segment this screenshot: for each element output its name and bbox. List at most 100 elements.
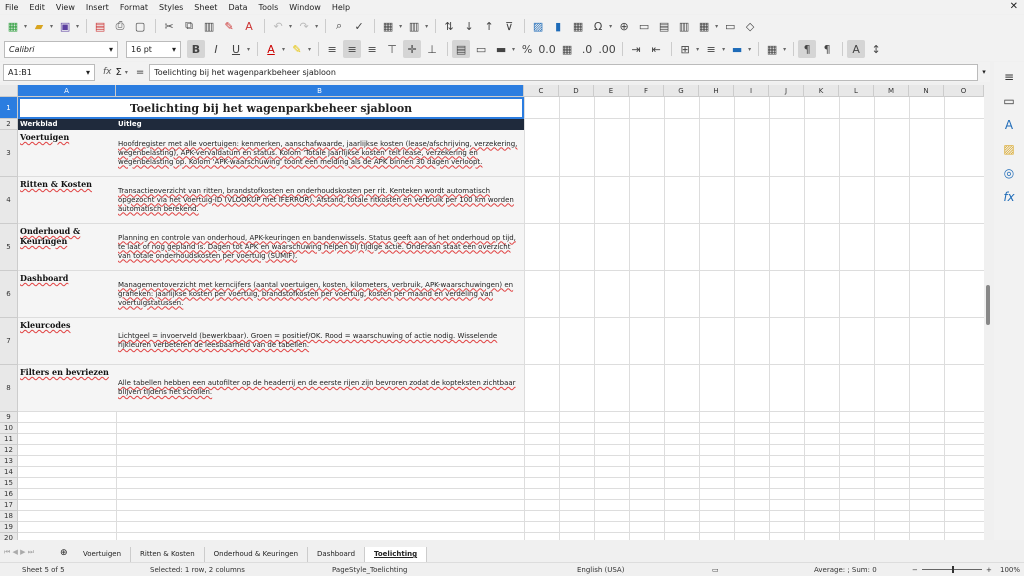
functions-icon[interactable]: fx [1000,188,1018,206]
column-header-n[interactable]: N [909,85,944,97]
increase-indent-icon[interactable]: ⇥ [627,40,645,58]
define-print-area-icon[interactable]: ▥ [675,17,693,35]
clear-formatting-icon[interactable]: A [240,17,258,35]
show-draw-functions-icon[interactable]: ◇ [741,17,759,35]
underline-icon[interactable]: U [227,40,245,58]
insert-chart-icon[interactable]: ▮ [549,17,567,35]
row-header-7[interactable]: 7 [0,318,18,365]
spreadsheet-grid[interactable]: A B C D E F G H I J K L M N O 1 2 3 4 5 … [0,85,984,540]
cell-a5[interactable]: Onderhoud & Keuringen [18,224,116,270]
cell-b7[interactable]: Lichtgeel = invoerveld (bewerkbaar). Gro… [116,318,524,364]
column-header-j[interactable]: J [769,85,804,97]
close-document-icon[interactable]: ✕ [1010,1,1018,12]
open-icon[interactable]: ▰ [30,17,48,35]
menu-data[interactable]: Data [228,3,247,12]
percent-icon[interactable]: % [518,40,536,58]
tab-toelichting[interactable]: Toelichting [365,547,428,562]
conditional-format-dropdown-icon[interactable]: ▾ [783,46,786,53]
cell-a7[interactable]: Kleurcodes [18,318,116,364]
autofilter-icon[interactable]: ⊽ [500,17,518,35]
column-header-a[interactable]: A [18,85,116,97]
menu-format[interactable]: Format [120,3,148,12]
export-pdf-icon[interactable]: ▤ [91,17,109,35]
zoom-in-icon[interactable]: + [986,566,992,574]
menu-window[interactable]: Window [289,3,321,12]
tab-dashboard[interactable]: Dashboard [308,547,366,562]
row-header-17[interactable]: 17 [0,500,18,511]
decrease-indent-icon[interactable]: ⇤ [647,40,665,58]
vertical-scrollbar[interactable] [984,85,992,540]
name-box[interactable]: A1:B1 ▾ [3,63,95,81]
paste-icon[interactable]: ▥ [200,17,218,35]
align-middle-icon[interactable]: ✛ [403,40,422,58]
cell-b5[interactable]: Planning en controle van onderhoud, APK-… [116,224,524,270]
column-header-g[interactable]: G [664,85,699,97]
cell-b3[interactable]: Hoofdregister met alle voertuigen: kenme… [116,130,524,176]
column-header-i[interactable]: I [734,85,769,97]
column-header-b[interactable]: B [116,85,524,97]
spelling-icon[interactable]: ✓ [350,17,368,35]
sidebar-menu-icon[interactable]: ≡ [1000,68,1018,86]
menu-file[interactable]: File [5,3,18,12]
menu-view[interactable]: View [56,3,75,12]
borders-dropdown-icon[interactable]: ▾ [696,46,699,53]
print-preview-icon[interactable]: ▢ [131,17,149,35]
gallery-icon[interactable]: ▨ [1000,140,1018,158]
insert-image-icon[interactable]: ▨ [529,17,547,35]
redo-icon[interactable]: ↷ [295,17,313,35]
align-center-icon[interactable]: ≡ [343,40,362,58]
bold-icon[interactable]: B [187,40,205,58]
column-header-k[interactable]: K [804,85,839,97]
find-replace-icon[interactable]: ⌕ [330,17,348,35]
undo-icon[interactable]: ↶ [269,17,287,35]
row-header-16[interactable]: 16 [0,489,18,500]
column-header-d[interactable]: D [559,85,594,97]
special-character-icon[interactable]: Ω [589,17,607,35]
freeze-dropdown-icon[interactable]: ▾ [715,23,718,30]
font-color-dropdown-icon[interactable]: ▾ [282,46,285,53]
formula-input[interactable]: Toelichting bij het wagenparkbeheer sjab… [149,63,978,81]
font-name-box[interactable]: Calibri ▾ [4,40,118,58]
redo-dropdown-icon[interactable]: ▾ [315,23,318,30]
hyperlink-icon[interactable]: ⊕ [615,17,633,35]
menu-help[interactable]: Help [332,3,350,12]
number-format-icon[interactable]: ▬ [492,40,510,58]
zoom-level[interactable]: 100% [1000,566,1020,574]
highlight-color-icon[interactable]: ✎ [288,40,306,58]
comment-icon[interactable]: ▭ [635,17,653,35]
left-to-right-icon[interactable]: ¶ [798,40,817,58]
open-dropdown-icon[interactable]: ▾ [50,23,53,30]
text-direction-icon[interactable]: A [847,40,866,58]
font-size-box[interactable]: 16 pt ▾ [126,40,181,58]
add-decimal-icon[interactable]: .0 [578,40,596,58]
row-icon[interactable]: ▦ [379,17,397,35]
save-icon[interactable]: ▣ [56,17,74,35]
column-icon[interactable]: ▥ [405,17,423,35]
column-header-f[interactable]: F [629,85,664,97]
column-header-m[interactable]: M [874,85,909,97]
cell-b6[interactable]: Managementoverzicht met kerncijfers (aan… [116,271,524,317]
row-header-4[interactable]: 4 [0,177,18,224]
align-right-icon[interactable]: ≡ [363,40,381,58]
cell-a3[interactable]: Voertuigen [18,130,116,176]
row-dropdown-icon[interactable]: ▾ [399,23,402,30]
conditional-format-icon[interactable]: ▦ [763,40,781,58]
selection-mode-icon[interactable]: ▭ [712,566,719,574]
right-to-left-icon[interactable]: ¶ [818,40,836,58]
tab-voertuigen[interactable]: Voertuigen [74,547,132,562]
new-dropdown-icon[interactable]: ▾ [24,23,27,30]
cell-a6[interactable]: Dashboard [18,271,116,317]
tab-onderhoud-keuringen[interactable]: Onderhoud & Keuringen [205,547,309,562]
sort-ascending-icon[interactable]: ↓ [460,17,478,35]
row-header-3[interactable]: 3 [0,130,18,177]
sort-descending-icon[interactable]: ↑ [480,17,498,35]
add-sheet-icon[interactable]: ⊕ [60,548,70,562]
cut-icon[interactable]: ✂ [160,17,178,35]
status-language[interactable]: English (USA) [577,566,624,574]
header-cell-werkblad[interactable]: Werkblad [18,119,116,130]
row-header-13[interactable]: 13 [0,456,18,467]
underline-dropdown-icon[interactable]: ▾ [247,46,250,53]
align-top-icon[interactable]: ⊤ [383,40,401,58]
clone-formatting-icon[interactable]: ✎ [220,17,238,35]
decimal-format-icon[interactable]: 0.0 [538,40,556,58]
